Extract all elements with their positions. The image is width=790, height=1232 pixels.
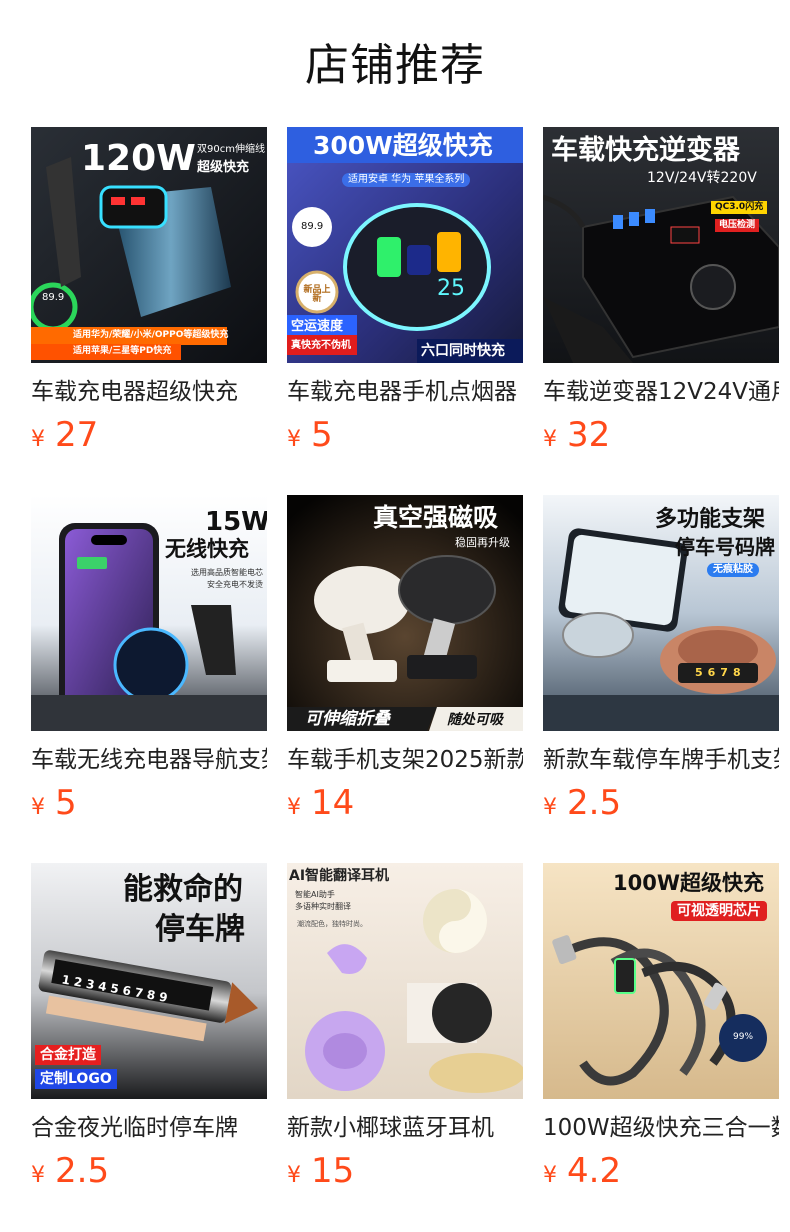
product-image[interactable]: 能救命的 停车牌 123456789 合金打造 定制LOGO	[31, 863, 267, 1099]
currency-symbol: ¥	[31, 1163, 45, 1188]
product-name[interactable]: 车载手机支架2025新款	[287, 745, 523, 775]
price-value: 32	[567, 415, 611, 455]
currency-symbol: ¥	[543, 427, 557, 452]
currency-symbol: ¥	[31, 795, 45, 820]
image-stamp: 新品上新	[303, 285, 331, 304]
product-name[interactable]: 车载充电器手机点烟器	[287, 377, 523, 407]
image-sub: 双90cm伸缩线	[197, 144, 265, 155]
image-tag: 真快充不伪机	[291, 340, 351, 351]
page-title: 店铺推荐	[305, 40, 485, 91]
image-tag: 适用苹果/三星等PD快充	[73, 346, 172, 356]
product-price: ¥27	[31, 415, 267, 461]
product-name[interactable]: 新款小椰球蓝牙耳机	[287, 1113, 523, 1143]
image-tag: 合金打造	[35, 1045, 101, 1065]
product-image[interactable]: 车载快充逆变器 12V/24V转220V QC3.0闪充 电压检测	[543, 127, 779, 363]
image-sub: 多语种实时翻译	[295, 902, 351, 911]
image-sub: 无线快充	[165, 537, 249, 561]
image-tag: 空运速度	[291, 319, 344, 334]
image-corner-label: 六口同时快充	[421, 343, 505, 359]
image-sub: 稳固再升级	[455, 536, 510, 549]
product-name[interactable]: 车载无线充电器导航支架	[31, 745, 267, 775]
product-image[interactable]: AI智能翻译耳机 智能AI助手 多语种实时翻译 潮流配色，独特时尚。	[287, 863, 523, 1099]
product-card[interactable]: 120W 双90cm伸缩线 超级快充 89.9 适用华为/荣耀/小米/OPPO等…	[31, 127, 267, 495]
image-plate: 5678	[695, 666, 746, 679]
price-value: 2.5	[55, 1151, 110, 1191]
product-image[interactable]: 120W 双90cm伸缩线 超级快充 89.9 适用华为/荣耀/小米/OPPO等…	[31, 127, 267, 363]
price-value: 2.5	[567, 783, 622, 823]
image-tag: 可伸缩折叠	[305, 709, 390, 729]
image-headline: AI智能翻译耳机	[289, 868, 390, 884]
image-sub: 停车牌	[155, 912, 245, 947]
cable-image	[543, 863, 779, 1099]
product-price: ¥14	[287, 783, 523, 829]
product-image[interactable]: 25 300W超级快充 适用安卓 华为 苹果全系列 89.9 新品上新 空运速度…	[287, 127, 523, 363]
product-image[interactable]: 100W超级快充 可视透明芯片 99%	[543, 863, 779, 1099]
product-card[interactable]: AI智能翻译耳机 智能AI助手 多语种实时翻译 潮流配色，独特时尚。 新款小椰球…	[287, 863, 523, 1231]
image-sub: 可视透明芯片	[671, 901, 767, 921]
product-card[interactable]: 15W 无线快充 选用高品质智能电芯 安全充电不发烫 车载无线充电器导航支架 ¥…	[31, 495, 267, 863]
product-card[interactable]: 多功能支架 停车号码牌 无痕粘胶 5678 新款车载停车牌手机支架 ¥2.5	[543, 495, 779, 863]
product-price: ¥4.2	[543, 1151, 779, 1197]
product-image[interactable]: 多功能支架 停车号码牌 无痕粘胶 5678	[543, 495, 779, 731]
product-price: ¥32	[543, 415, 779, 461]
product-name[interactable]: 车载充电器超级快充	[31, 377, 267, 407]
image-sub: 停车号码牌	[675, 535, 775, 559]
image-headline: 真空强磁吸	[373, 503, 499, 532]
image-badge: 89.9	[301, 221, 324, 232]
product-name[interactable]: 新款车载停车牌手机支架	[543, 745, 779, 775]
price-value: 15	[311, 1151, 355, 1191]
product-name[interactable]: 合金夜光临时停车牌	[31, 1113, 267, 1143]
product-card[interactable]: 100W超级快充 可视透明芯片 99% 100W超级快充三合一数据线 ¥4.2	[543, 863, 779, 1231]
product-price: ¥15	[287, 1151, 523, 1197]
currency-symbol: ¥	[543, 1163, 557, 1188]
image-sub: 12V/24V转220V	[647, 170, 757, 186]
image-headline: 能救命的	[123, 872, 243, 907]
image-sub: 安全充电不发烫	[207, 580, 263, 589]
product-card[interactable]: 真空强磁吸 稳固再升级 可伸缩折叠 随处可吸 车载手机支架2025新款 ¥14	[287, 495, 523, 863]
image-sub: 智能AI助手	[295, 890, 335, 899]
image-headline: 120W	[81, 138, 196, 179]
image-sub: 选用高品质智能电芯	[191, 568, 263, 577]
image-badge: 89.9	[42, 292, 65, 303]
product-image[interactable]: 真空强磁吸 稳固再升级 可伸缩折叠 随处可吸	[287, 495, 523, 731]
product-price: ¥2.5	[31, 1151, 267, 1197]
image-headline: 车载快充逆变器	[551, 135, 740, 166]
product-price: ¥5	[31, 783, 267, 829]
product-card[interactable]: 车载快充逆变器 12V/24V转220V QC3.0闪充 电压检测 车载逆变器1…	[543, 127, 779, 495]
product-image[interactable]: 15W 无线快充 选用高品质智能电芯 安全充电不发烫	[31, 495, 267, 731]
currency-symbol: ¥	[287, 427, 301, 452]
currency-symbol: ¥	[543, 795, 557, 820]
price-value: 5	[311, 415, 333, 455]
product-name[interactable]: 100W超级快充三合一数据线	[543, 1113, 779, 1143]
image-headline: 300W超级快充	[313, 131, 493, 160]
product-card[interactable]: 25 300W超级快充 适用安卓 华为 苹果全系列 89.9 新品上新 空运速度…	[287, 127, 523, 495]
price-value: 5	[55, 783, 77, 823]
currency-symbol: ¥	[287, 795, 301, 820]
image-headline: 15W	[205, 507, 267, 537]
product-grid: 120W 双90cm伸缩线 超级快充 89.9 适用华为/荣耀/小米/OPPO等…	[31, 127, 779, 1231]
image-tag: 电压检测	[715, 219, 760, 232]
image-sub: 潮流配色，独特时尚。	[297, 920, 367, 928]
product-price: ¥2.5	[543, 783, 779, 829]
image-sub: 超级快充	[197, 160, 250, 175]
image-sub: 适用安卓 华为 苹果全系列	[342, 173, 471, 187]
price-value: 14	[311, 783, 355, 823]
currency-symbol: ¥	[31, 427, 45, 452]
price-value: 27	[55, 415, 99, 455]
image-headline: 100W超级快充	[613, 871, 764, 895]
image-tag: 随处可吸	[447, 712, 503, 728]
image-tag: 无痕粘胶	[707, 563, 759, 577]
image-tag: 适用华为/荣耀/小米/OPPO等超级快充	[73, 330, 229, 340]
image-tag: 定制LOGO	[35, 1069, 117, 1089]
product-name[interactable]: 车载逆变器12V24V通用	[543, 377, 779, 407]
svg-text:25: 25	[437, 276, 465, 301]
price-value: 4.2	[567, 1151, 622, 1191]
image-tag: QC3.0闪充	[711, 201, 768, 214]
image-headline: 多功能支架	[655, 507, 766, 532]
product-price: ¥5	[287, 415, 523, 461]
image-badge: 99%	[733, 1032, 754, 1042]
currency-symbol: ¥	[287, 1163, 301, 1188]
product-card[interactable]: 能救命的 停车牌 123456789 合金打造 定制LOGO 合金夜光临时停车牌…	[31, 863, 267, 1231]
